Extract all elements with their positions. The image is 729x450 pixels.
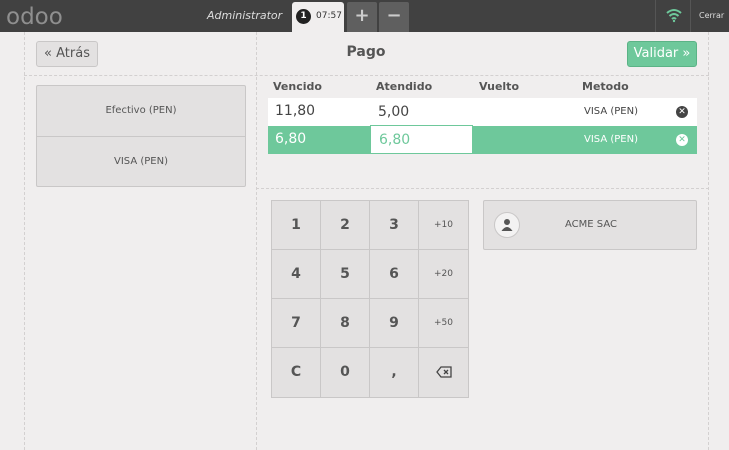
numpad-key-1[interactable]: 1: [272, 201, 321, 250]
tendered-amount: 5,00: [378, 104, 410, 120]
numpad-key-plus50[interactable]: +50: [419, 299, 468, 348]
validate-button[interactable]: Validar »: [627, 41, 697, 67]
payment-method-label: VISA (PEN): [584, 106, 638, 117]
numpad-key-6[interactable]: 6: [370, 250, 419, 299]
tendered-input[interactable]: 6,80: [370, 125, 473, 154]
numpad-key-5[interactable]: 5: [321, 250, 370, 299]
due-amount: 6,80: [275, 131, 307, 147]
back-button[interactable]: « Atrás: [36, 41, 98, 67]
numpad-key-0[interactable]: 0: [321, 348, 370, 397]
numpad-key-plus20[interactable]: +20: [419, 250, 468, 299]
column-header-due: Vencido: [273, 80, 322, 93]
user-name[interactable]: Administrator: [207, 9, 282, 22]
numpad-key-4[interactable]: 4: [272, 250, 321, 299]
numpad-key-3[interactable]: 3: [370, 201, 419, 250]
payment-method-label: VISA (PEN): [584, 134, 638, 145]
numpad-key-8[interactable]: 8: [321, 299, 370, 348]
delete-line-icon[interactable]: ✕: [676, 134, 688, 146]
payment-method-visa[interactable]: VISA (PEN): [37, 136, 245, 186]
payment-method-list: Efectivo (PEN) VISA (PEN): [36, 85, 246, 187]
paymentline-row-selected[interactable]: 6,80 6,80 VISA (PEN) ✕: [268, 125, 697, 154]
numpad-key-clear[interactable]: C: [272, 348, 321, 397]
numpad-key-backspace[interactable]: [419, 348, 468, 397]
order-number-badge: 1: [296, 9, 311, 24]
backspace-icon: [435, 366, 452, 378]
divider: [256, 188, 709, 189]
divider: [24, 75, 709, 76]
numpad-key-9[interactable]: 9: [370, 299, 419, 348]
divider: [256, 32, 257, 450]
payment-method-cash[interactable]: Efectivo (PEN): [37, 86, 245, 136]
wifi-icon: [666, 9, 682, 23]
numpad-key-7[interactable]: 7: [272, 299, 321, 348]
page-title: Pago: [346, 44, 386, 60]
paymentline-row[interactable]: 11,80 5,00 VISA (PEN) ✕: [268, 98, 697, 126]
close-button[interactable]: Cerrar: [699, 11, 724, 20]
column-header-tendered: Atendido: [376, 80, 433, 93]
new-order-button[interactable]: +: [347, 2, 377, 32]
column-header-change: Vuelto: [479, 80, 519, 93]
tendered-input-value: 6,80: [379, 132, 411, 148]
connection-status[interactable]: [655, 0, 691, 32]
column-header-method: Metodo: [582, 80, 629, 93]
odoo-logo: odoo: [6, 4, 63, 29]
delete-order-button[interactable]: −: [379, 2, 409, 32]
numpad-key-plus10[interactable]: +10: [419, 201, 468, 250]
customer-button[interactable]: ACME SAC: [483, 200, 697, 250]
numpad: 1 2 3 +10 4 5 6 +20 7 8 9 +50 C 0 ,: [271, 200, 469, 398]
numpad-key-decimal[interactable]: ,: [370, 348, 419, 397]
due-amount: 11,80: [275, 103, 316, 119]
order-tab[interactable]: 1 07:57: [292, 2, 344, 32]
numpad-key-2[interactable]: 2: [321, 201, 370, 250]
divider: [708, 32, 709, 450]
divider: [24, 32, 25, 450]
delete-line-icon[interactable]: ✕: [676, 106, 688, 118]
customer-name: ACME SAC: [565, 219, 617, 230]
order-time: 07:57: [316, 11, 342, 21]
svg-text:odoo: odoo: [6, 4, 63, 29]
top-bar: odoo Administrator 1 07:57 + − Cerrar: [0, 0, 729, 32]
